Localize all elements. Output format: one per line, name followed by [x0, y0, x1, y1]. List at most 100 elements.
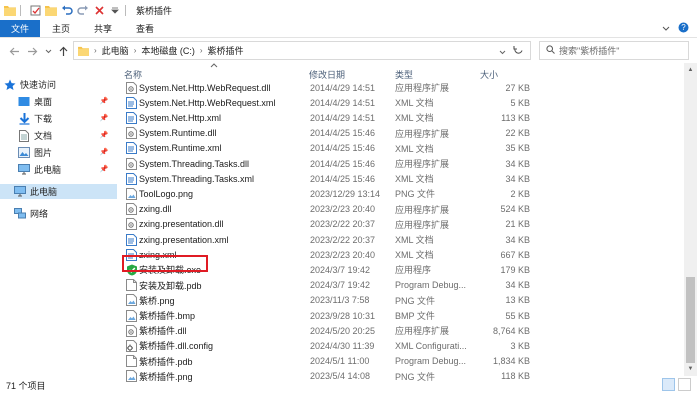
- scroll-down-icon[interactable]: ▼: [686, 365, 695, 373]
- item-count: 71 个项目: [6, 380, 46, 391]
- refresh-icon[interactable]: [513, 45, 524, 58]
- expand-ribbon-icon[interactable]: [662, 24, 670, 34]
- computer-icon: [14, 186, 26, 198]
- chevron-right-icon: ›: [199, 46, 203, 55]
- forward-arrow-icon[interactable]: [24, 43, 40, 59]
- back-arrow-icon[interactable]: [6, 43, 22, 59]
- file-row[interactable]: zxing.presentation.dll 2023/2/22 20:37 应用程…: [122, 217, 534, 232]
- xml-file-icon: [126, 233, 137, 246]
- nav-downloads[interactable]: 下载: [18, 111, 52, 126]
- nav-documents[interactable]: 文档: [18, 128, 52, 143]
- dll-icon: [126, 127, 137, 140]
- file-modified-date: 2014/4/25 15:46: [310, 128, 376, 139]
- file-row[interactable]: 紫桥插件.dll 2024/5/20 20:25 应用程序扩展 8,764 KB: [122, 323, 534, 338]
- nav-network[interactable]: 网络: [14, 206, 48, 221]
- pin-icon[interactable]: 📌: [100, 164, 109, 174]
- file-type: 应用程序扩展: [395, 128, 450, 139]
- file-modified-date: 2014/4/25 15:46: [310, 173, 376, 184]
- up-arrow-icon[interactable]: [55, 43, 71, 59]
- nav-desktop[interactable]: 桌面: [18, 94, 52, 109]
- file-modified-date: 2023/2/23 20:40: [310, 249, 376, 260]
- redo-icon[interactable]: [77, 4, 89, 16]
- nav-this-pc[interactable]: 此电脑: [0, 184, 117, 199]
- large-icons-view-icon[interactable]: [678, 378, 691, 391]
- file-size: 22 KB: [505, 128, 530, 139]
- file-name: ToolLogo.png: [139, 188, 194, 199]
- download-arrow-icon: [18, 112, 30, 125]
- address-bar[interactable]: › 此电脑 › 本地磁盘 (C:) › 紫桥插件: [73, 41, 531, 60]
- file-type: PNG 文件: [395, 189, 436, 200]
- file-row[interactable]: 紫桥插件.bmp 2023/9/28 10:31 BMP 文件 55 KB: [122, 308, 534, 323]
- tab-file[interactable]: 文件: [0, 20, 41, 37]
- details-view-icon[interactable]: [662, 378, 675, 391]
- nav-quick-access-label: 快速访问: [20, 80, 57, 90]
- pin-icon[interactable]: 📌: [100, 96, 109, 106]
- file-size: 179 KB: [500, 264, 530, 275]
- file-row[interactable]: zxing.dll 2023/2/23 20:40 应用程序扩展 524 KB: [122, 202, 534, 217]
- tab-home[interactable]: 主页: [40, 20, 82, 37]
- file-size: 2 KB: [510, 188, 530, 199]
- file-name: System.Runtime.dll: [139, 128, 217, 139]
- nav-pictures[interactable]: 图片: [18, 145, 52, 160]
- file-row[interactable]: System.Runtime.xml 2014/4/25 15:46 XML 文档 3…: [122, 141, 534, 156]
- file-modified-date: 2023/2/22 20:37: [310, 234, 376, 245]
- address-dropdown-icon[interactable]: [499, 47, 506, 57]
- pin-icon[interactable]: 📌: [100, 130, 109, 140]
- file-modified-date: 2024/3/7 19:42: [310, 264, 371, 275]
- file-name: 紫桥插件.bmp: [139, 311, 196, 321]
- file-name: System.Net.Http.xml: [139, 112, 222, 123]
- breadcrumb-local-disk[interactable]: 本地磁盘 (C:): [141, 44, 195, 57]
- help-icon[interactable]: ?: [678, 22, 689, 35]
- pin-icon[interactable]: 📌: [100, 147, 109, 157]
- window-title: 紫桥插件: [136, 5, 173, 16]
- address-row: › 此电脑 › 本地磁盘 (C:) › 紫桥插件 搜索"紫桥插件": [0, 38, 697, 63]
- file-type: XML 文档: [395, 250, 434, 261]
- desktop-icon: [18, 96, 30, 108]
- file-row[interactable]: ToolLogo.png 2023/12/29 13:14 PNG 文件 2 KB: [122, 186, 534, 201]
- delete-icon[interactable]: [93, 4, 105, 16]
- file-row[interactable]: System.Threading.Tasks.xml 2014/4/25 15:4…: [122, 171, 534, 186]
- properties-icon[interactable]: [29, 4, 41, 16]
- file-size: 34 KB: [505, 280, 530, 291]
- file-size: 34 KB: [505, 158, 530, 169]
- breadcrumb-current-folder[interactable]: 紫桥插件: [208, 44, 244, 57]
- undo-icon[interactable]: [61, 4, 73, 16]
- file-row[interactable]: 安装及卸载.pdb 2024/3/7 19:42 Program Debug... 3…: [122, 278, 534, 293]
- xml-file-icon: [126, 142, 137, 155]
- nav-quick-access[interactable]: 快速访问: [4, 77, 56, 92]
- file-row[interactable]: System.Threading.Tasks.dll 2014/4/25 15:4…: [122, 156, 534, 171]
- recent-locations-icon[interactable]: [40, 43, 56, 59]
- file-size: 13 KB: [505, 295, 530, 306]
- file-name: 安装及卸载.pdb: [139, 280, 202, 291]
- nav-this-pc-shortcut[interactable]: 此电脑: [18, 162, 61, 177]
- file-row[interactable]: 紫桥插件.pdb 2024/5/1 11:00 Program Debug... 1,…: [122, 354, 534, 369]
- vertical-scrollbar[interactable]: ▲ ▼: [684, 63, 697, 376]
- breadcrumb-this-pc[interactable]: 此电脑: [102, 44, 129, 57]
- file-size: 35 KB: [505, 143, 530, 154]
- file-row[interactable]: System.Runtime.dll 2014/4/25 15:46 应用程序扩展 2…: [122, 126, 534, 141]
- file-modified-date: 2014/4/29 14:51: [310, 82, 376, 93]
- search-placeholder: 搜索"紫桥插件": [559, 46, 620, 56]
- file-row[interactable]: zxing.presentation.xml 2023/2/22 20:37 XML…: [122, 232, 534, 247]
- file-row[interactable]: 紫桥.png 2023/11/3 7:58 PNG 文件 13 KB: [122, 293, 534, 308]
- file-name: 紫桥插件.dll.config: [139, 341, 214, 352]
- search-input[interactable]: 搜索"紫桥插件": [539, 41, 689, 60]
- scroll-up-icon[interactable]: ▲: [686, 66, 695, 74]
- file-row[interactable]: System.Net.Http.WebRequest.dll 2014/4/29 …: [122, 80, 534, 95]
- sort-up-icon: [210, 63, 218, 70]
- new-folder-icon[interactable]: [45, 4, 57, 16]
- file-name: 紫桥插件.dll: [139, 326, 187, 337]
- file-name: System.Net.Http.WebRequest.xml: [139, 97, 276, 108]
- tab-view[interactable]: 查看: [124, 20, 166, 37]
- customize-toolbar-icon[interactable]: [109, 4, 121, 16]
- scrollbar-thumb[interactable]: [686, 277, 695, 363]
- nav-downloads-label: 下载: [34, 114, 53, 124]
- file-row[interactable]: System.Net.Http.xml 2014/4/29 14:51 XML 文档…: [122, 110, 534, 125]
- file-name: zxing.dll: [139, 204, 172, 215]
- network-icon: [14, 208, 26, 220]
- file-row[interactable]: 紫桥插件.dll.config 2024/4/30 11:39 XML Config…: [122, 338, 534, 353]
- pin-icon[interactable]: 📌: [100, 113, 109, 123]
- tab-share[interactable]: 共享: [82, 20, 124, 37]
- file-row[interactable]: System.Net.Http.WebRequest.xml 2014/4/29 …: [122, 95, 534, 110]
- svg-text:?: ?: [681, 23, 686, 32]
